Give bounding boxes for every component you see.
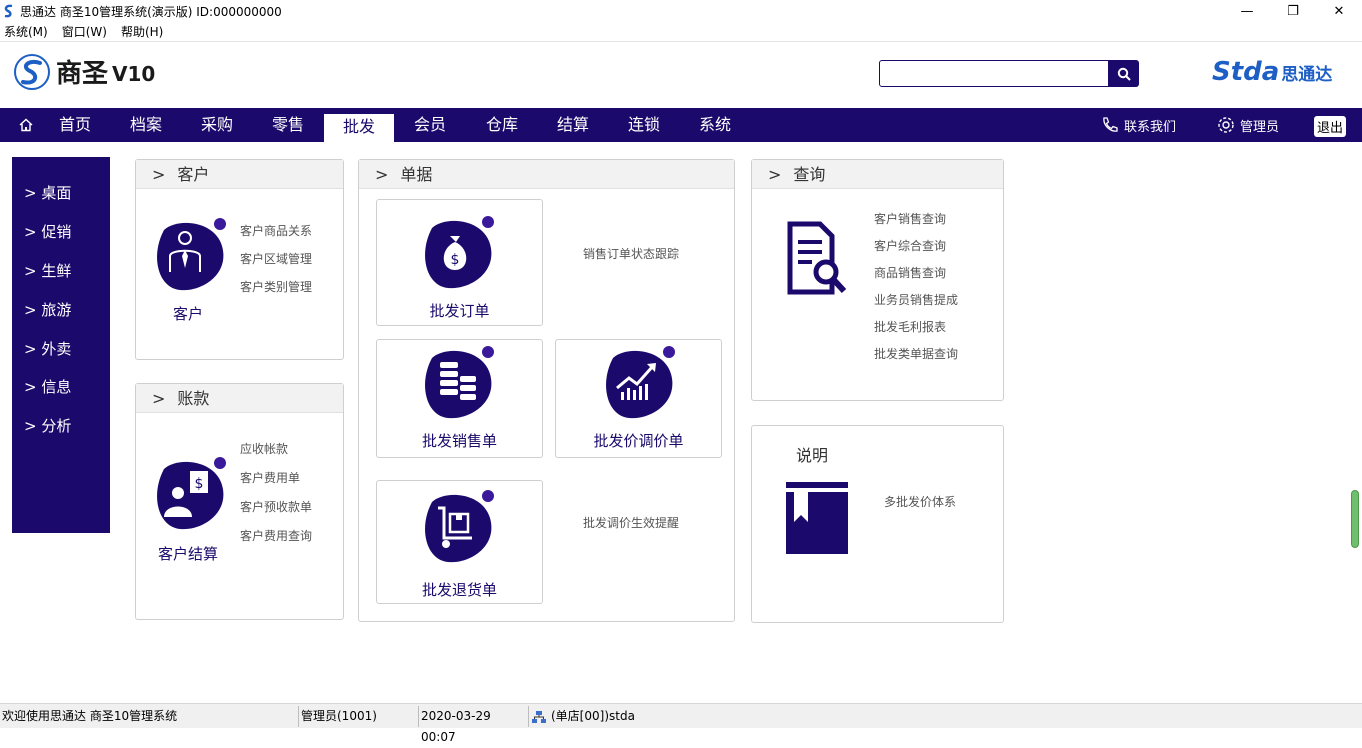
account-panel-header: > 账款: [136, 384, 343, 413]
customer-icon[interactable]: [152, 216, 230, 294]
search-icon: [1117, 67, 1131, 81]
user-name: 管理员: [1240, 119, 1280, 135]
documents-panel-title: 单据: [400, 165, 433, 184]
gear-icon: [1218, 117, 1234, 133]
nav-home[interactable]: 首页: [40, 108, 110, 142]
brand-name: 商圣: [56, 59, 109, 89]
contact-us-link[interactable]: 联系我们: [1100, 108, 1176, 142]
brand-logo-icon: [14, 53, 50, 90]
status-datetime: 2020-03-29 00:07: [418, 706, 526, 744]
wholesale-order-label: 批发订单: [429, 302, 490, 320]
sales-order-tracking-link[interactable]: 销售订单状态跟踪: [583, 245, 679, 262]
brand-version: V10: [112, 61, 156, 86]
status-store-text: (单店[00])stda: [551, 709, 635, 723]
customer-category-link[interactable]: 客户类别管理: [240, 278, 312, 295]
close-button[interactable]: ✕: [1316, 0, 1362, 22]
wholesale-gross-profit-link[interactable]: 批发毛利报表: [874, 318, 946, 335]
wholesale-sales-label: 批发销售单: [421, 432, 497, 450]
customer-expense-query-link[interactable]: 客户费用查询: [240, 527, 312, 544]
customer-panel-header: > 客户: [136, 160, 343, 189]
customer-overall-query-link[interactable]: 客户综合查询: [874, 237, 946, 254]
wholesale-price-adjust-label: 批发价调价单: [593, 432, 684, 450]
sidebar-item-travel[interactable]: > 旅游: [24, 299, 71, 320]
contact-us-label: 联系我们: [1124, 119, 1177, 135]
company-logo-en: Stda: [1212, 57, 1280, 87]
page-scrollbar[interactable]: [1351, 490, 1359, 548]
search-button[interactable]: [1109, 60, 1139, 87]
nav-chain[interactable]: 连锁: [609, 108, 679, 142]
documents-panel-header: > 单据: [359, 160, 734, 189]
svg-text:$: $: [195, 476, 204, 492]
nav-warehouse[interactable]: 仓库: [467, 108, 537, 142]
product-sales-query-link[interactable]: 商品销售查询: [874, 264, 946, 281]
customer-sales-query-link[interactable]: 客户销售查询: [874, 210, 946, 227]
menu-bar: 系统(M) 窗口(W) 帮助(H): [0, 22, 1362, 42]
search-input[interactable]: [879, 60, 1109, 87]
sidebar-item-takeout[interactable]: > 外卖: [24, 338, 71, 359]
coins-icon: [425, 346, 494, 419]
notes-panel-title: 说明: [796, 446, 829, 465]
document-search-icon: [787, 221, 847, 295]
minimize-button[interactable]: —: [1224, 0, 1270, 22]
customer-product-relation-link[interactable]: 客户商品关系: [240, 222, 312, 239]
nav-settlement[interactable]: 结算: [538, 108, 608, 142]
nav-retail[interactable]: 零售: [253, 108, 323, 142]
customer-expense-link[interactable]: 客户费用单: [240, 469, 300, 486]
money-bag-icon: $: [425, 216, 494, 289]
svg-text:$: $: [451, 252, 460, 268]
logout-button[interactable]: 退出: [1314, 116, 1346, 137]
customer-icon-label[interactable]: 客户: [158, 303, 218, 324]
wholesale-doc-query-link[interactable]: 批发类单据查询: [874, 345, 958, 362]
nav-archive[interactable]: 档案: [111, 108, 181, 142]
query-panel-header: > 查询: [752, 160, 1003, 189]
user-menu[interactable]: 管理员: [1216, 108, 1279, 142]
status-user: 管理员(1001): [298, 706, 416, 727]
menu-help[interactable]: 帮助(H): [121, 23, 163, 40]
app-logo-icon: [4, 4, 13, 18]
customer-prepayment-link[interactable]: 客户预收款单: [240, 498, 312, 515]
price-effect-reminder-link[interactable]: 批发调价生效提醒: [583, 514, 679, 531]
company-logo-cn: 思通达: [1281, 65, 1333, 85]
customer-settlement-icon-label[interactable]: 客户结算: [148, 543, 228, 564]
sidebar-item-info[interactable]: > 信息: [24, 376, 71, 397]
sidebar-item-desktop[interactable]: > 桌面: [24, 182, 71, 203]
hand-truck-icon: [425, 490, 494, 563]
salesman-commission-link[interactable]: 业务员销售提成: [874, 291, 958, 308]
nav-system[interactable]: 系统: [680, 108, 750, 142]
sidebar-item-promotion[interactable]: > 促销: [24, 221, 71, 242]
customer-panel-title: 客户: [177, 165, 210, 184]
app-header: 商圣 V10 Stda 思通达: [0, 43, 1362, 108]
window-titlebar: 思通达 商圣10管理系统(演示版) ID:000000000 — ❐ ✕: [0, 0, 1362, 22]
nav-purchase[interactable]: 采购: [182, 108, 252, 142]
brand: 商圣 V10: [14, 53, 155, 90]
status-bar: 欢迎使用思通达 商圣10管理系统 管理员(1001) 2020-03-29 00…: [0, 703, 1362, 744]
company-logo: Stda 思通达: [1212, 57, 1332, 87]
wholesale-return-label: 批发退货单: [421, 581, 497, 599]
nav-wholesale[interactable]: 批发: [324, 114, 394, 142]
sidebar: > 桌面 > 促销 > 生鲜 > 旅游 > 外卖 > 信息 > 分析: [12, 157, 110, 533]
menu-window[interactable]: 窗口(W): [62, 23, 107, 40]
account-panel-title: 账款: [177, 389, 210, 408]
maximize-button[interactable]: ❐: [1270, 0, 1316, 22]
nav-member[interactable]: 会员: [395, 108, 465, 142]
network-icon: [532, 710, 546, 723]
sidebar-item-analysis[interactable]: > 分析: [24, 415, 71, 436]
customer-settlement-icon[interactable]: $: [152, 455, 230, 533]
window-title: 思通达 商圣10管理系统(演示版) ID:000000000: [20, 4, 282, 19]
menu-system[interactable]: 系统(M): [4, 23, 48, 40]
multi-price-system-link[interactable]: 多批发价体系: [884, 493, 956, 510]
main-nav: 首页 档案 采购 零售 批发 会员 仓库 结算 连锁 系统 联系我们 管理员: [0, 108, 1362, 142]
customer-region-link[interactable]: 客户区域管理: [240, 250, 312, 267]
receivables-link[interactable]: 应收帐款: [240, 440, 288, 457]
book-icon: [786, 482, 848, 554]
phone-icon: [1103, 117, 1118, 132]
query-panel-title: 查询: [793, 165, 826, 184]
trend-chart-icon: [606, 346, 675, 419]
home-icon[interactable]: [18, 117, 34, 133]
status-welcome: 欢迎使用思通达 商圣10管理系统: [2, 709, 178, 723]
sidebar-item-fresh[interactable]: > 生鲜: [24, 260, 71, 281]
status-store: (单店[00])stda: [528, 706, 728, 727]
